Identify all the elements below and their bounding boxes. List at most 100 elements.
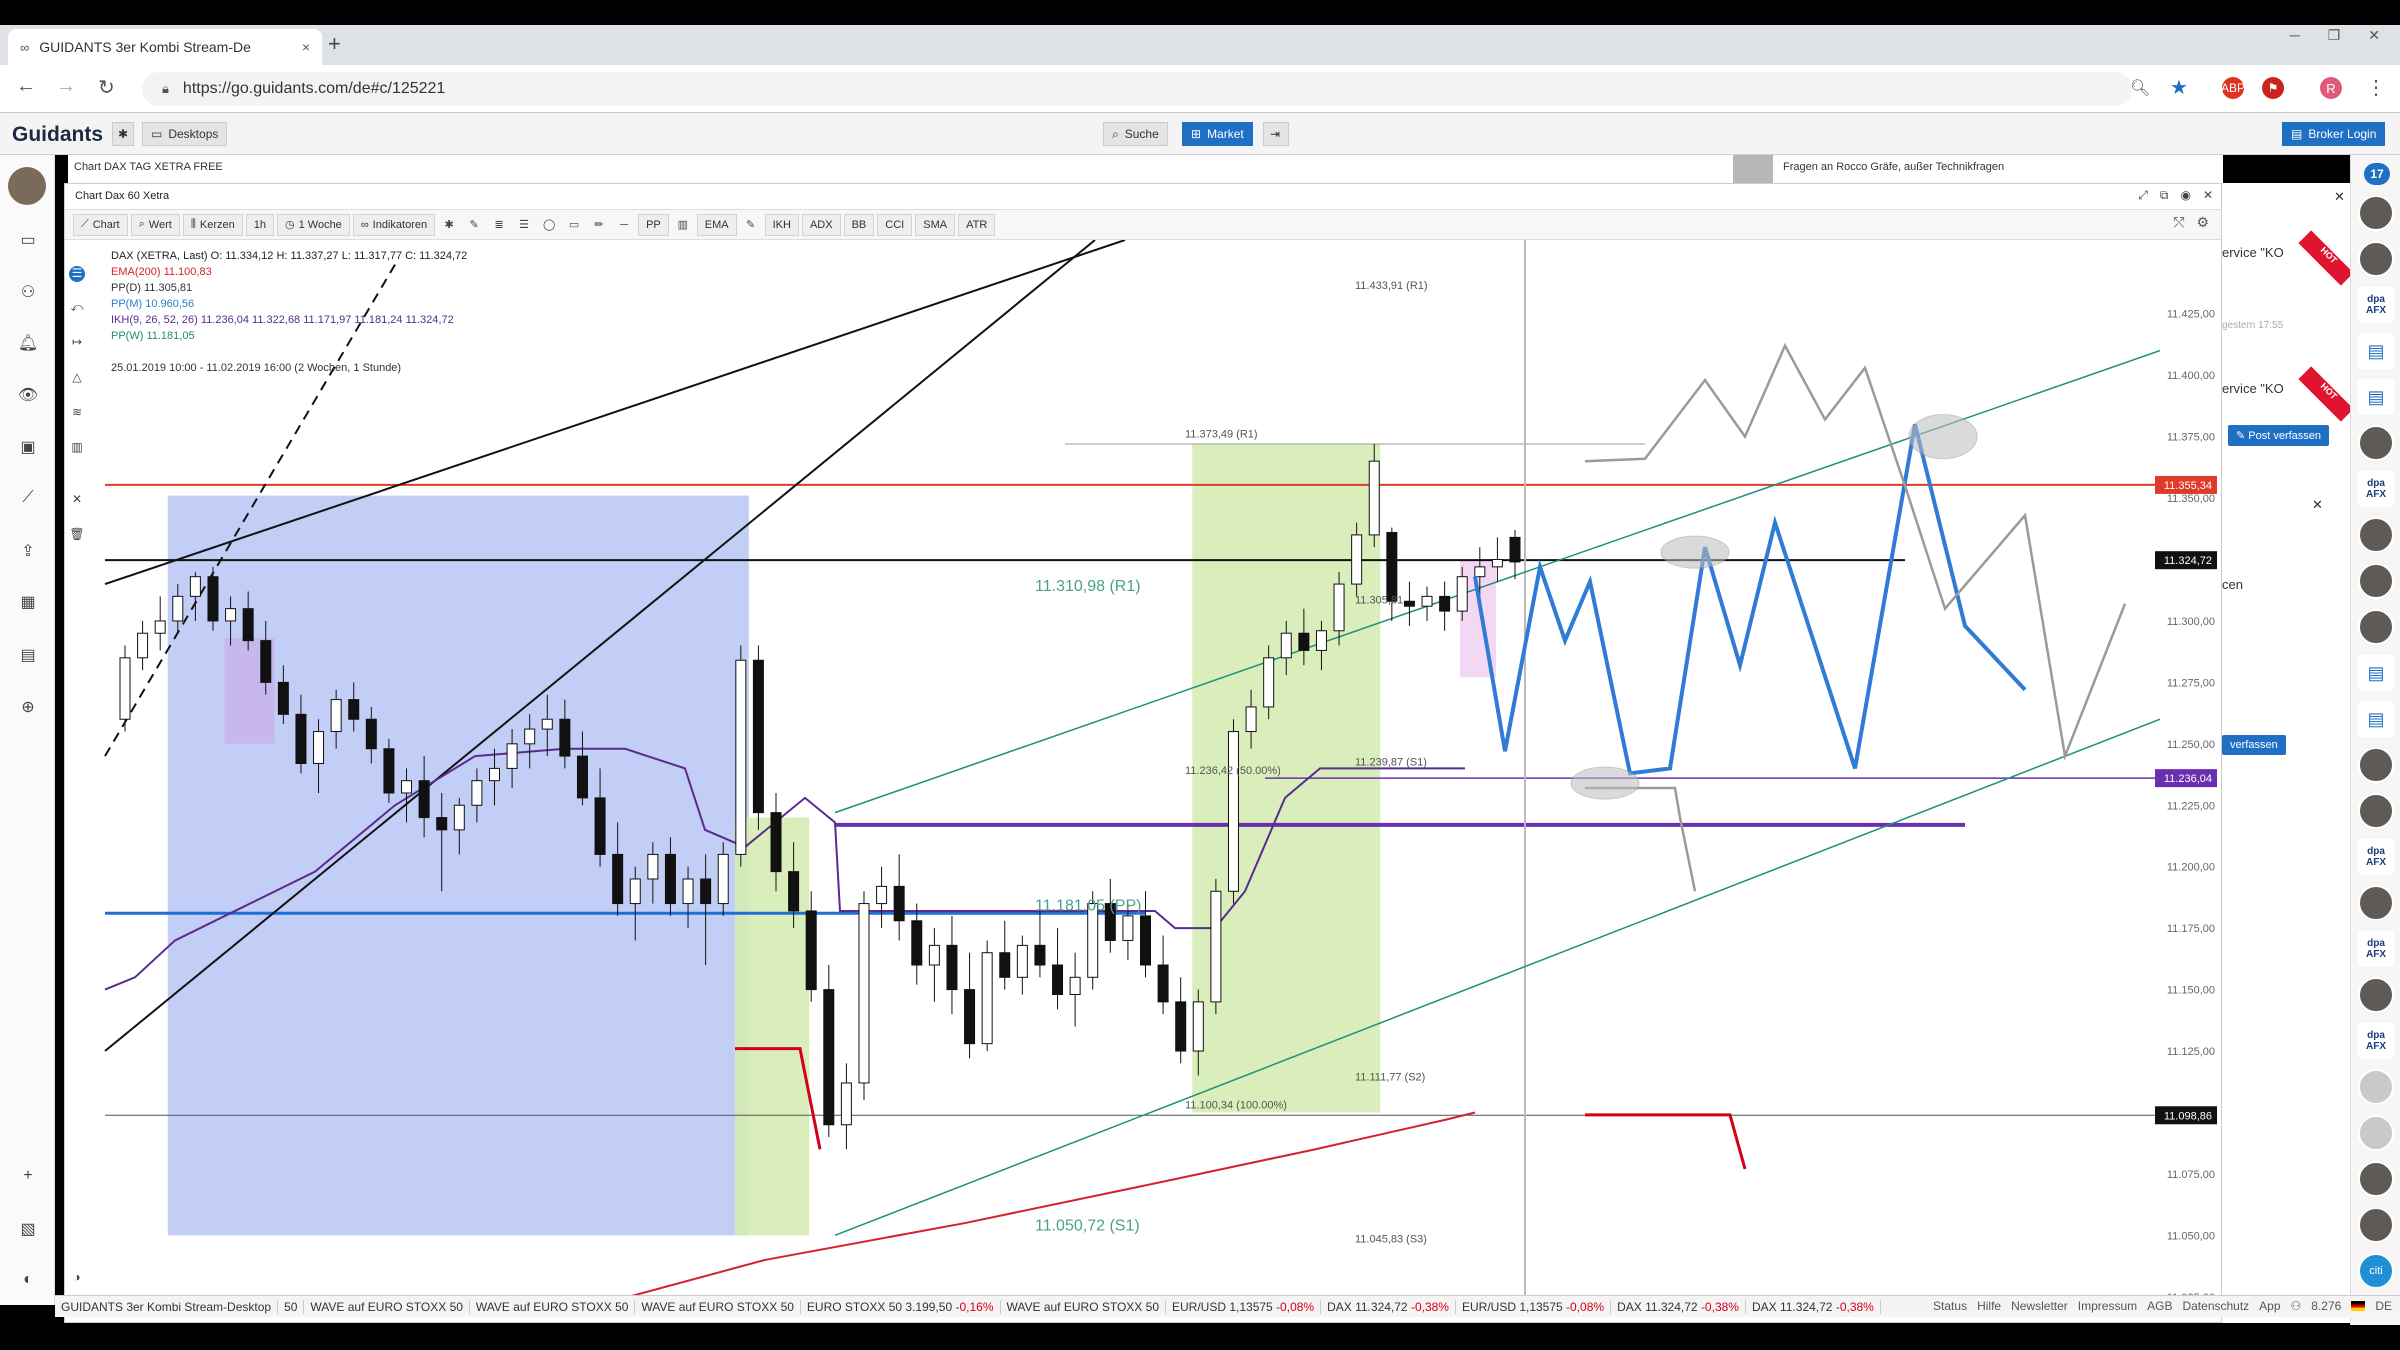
ticker-item[interactable]: EUR/USD 1,13575 -0,08% [1166, 1299, 1322, 1314]
notification-badge[interactable]: 17 [2364, 163, 2390, 185]
pin-tool-icon[interactable]: ✱ [438, 214, 460, 236]
workspace-name[interactable]: GUIDANTS 3er Kombi Stream-Desktop [55, 1299, 279, 1314]
language-label[interactable]: DE [2375, 1299, 2392, 1313]
add-nav-icon[interactable]: + [17, 1167, 39, 1189]
bookmark-star-icon[interactable]: ★ [2170, 75, 2188, 100]
footer-link-status[interactable]: Status [1933, 1299, 1967, 1313]
avatar[interactable] [2358, 1207, 2394, 1243]
indicator-ema[interactable]: EMA [696, 213, 737, 236]
menu-kebab-icon[interactable]: ⋮ [2366, 75, 2386, 100]
record-icon[interactable]: ◉ [2180, 188, 2190, 203]
pencil-tool-icon[interactable]: ✏ [588, 214, 610, 236]
avatar[interactable] [2358, 793, 2394, 829]
avatar[interactable] [2358, 1115, 2394, 1151]
monitor-nav-icon[interactable]: ▭ [17, 230, 39, 252]
cursor-tool-icon[interactable]: ⤺ [69, 300, 85, 316]
avatar[interactable] [2358, 1069, 2394, 1105]
minimize-icon[interactable]: ─ [2290, 27, 2300, 44]
table-nav-icon[interactable]: ▦ [17, 592, 39, 614]
indicator-adx[interactable]: ADX [801, 213, 841, 236]
avatar[interactable] [2358, 885, 2394, 921]
rect-tool-icon[interactable]: ▭ [563, 214, 585, 236]
pin-button[interactable]: ✱ [112, 122, 134, 146]
post-verfassen-button-2[interactable]: verfassen [2222, 735, 2286, 755]
exit-button[interactable]: ⇥ [1263, 122, 1289, 146]
zoom-icon[interactable]: 🔍︎ [2130, 78, 2150, 98]
dpa-afx-logo[interactable]: dpa AFX [2358, 1023, 2394, 1059]
profile-avatar[interactable]: R [2320, 77, 2342, 99]
broker-login-button[interactable]: ▤ Broker Login [2282, 122, 2386, 146]
bell-nav-icon[interactable]: 🔔︎ [17, 333, 39, 355]
url-field[interactable]: 🔒︎ https://go.guidants.com/de#c/125221 [142, 72, 2132, 106]
settings-gear-icon[interactable]: ⚙ [2196, 214, 2209, 231]
footer-link-agb[interactable]: AGB [2147, 1299, 2172, 1313]
forward-icon[interactable]: → [56, 75, 76, 98]
crosshair-icon[interactable]: ⤲ [2173, 214, 2184, 231]
ticker-item[interactable]: WAVE auf EURO STOXX 50 [635, 1299, 801, 1314]
avatar[interactable] [2358, 563, 2394, 599]
browser-tab[interactable]: ∞ GUIDANTS 3er Kombi Stream-De × [8, 29, 322, 65]
cross-tool-icon[interactable]: ✕ [69, 492, 85, 508]
trash-tool-icon[interactable]: 🗑︎ [69, 527, 85, 543]
avatar[interactable] [2358, 977, 2394, 1013]
ticker-item[interactable]: WAVE auf EURO STOXX 50 [1001, 1299, 1166, 1314]
indicator-bb[interactable]: BB [843, 213, 875, 236]
news-nav-icon[interactable]: ▤ [17, 645, 39, 667]
hline-tool-icon[interactable]: ─ [613, 214, 635, 236]
adblock-icon[interactable]: ABP [2221, 77, 2245, 99]
indicator-pp[interactable]: PP [638, 213, 669, 236]
restore-icon[interactable]: ❐ [2328, 27, 2341, 44]
layers-tool-icon[interactable]: ≋ [69, 405, 85, 421]
ticker-item[interactable]: 50 [278, 1299, 305, 1314]
ellipse-tool-icon[interactable]: ◯ [538, 214, 560, 236]
avatar[interactable] [2358, 747, 2394, 783]
ticker-item[interactable]: EURO STOXX 50 3.199,50 -0,16% [801, 1299, 1001, 1314]
document-icon[interactable]: ▤ [2358, 655, 2394, 691]
splitter[interactable] [1733, 155, 1773, 183]
price-chart[interactable]: 11.433,91 (R1) 11.373,49 (R1) 11.310,98 (R… [65, 240, 2221, 1324]
new-tab-button[interactable]: + [328, 31, 341, 57]
users-nav-icon[interactable]: ⚇ [17, 282, 39, 304]
desktops-button[interactable]: ▭ Desktops [142, 122, 228, 146]
indikatoren-button[interactable]: ∞ Indikatoren [352, 213, 436, 236]
reload-icon[interactable]: ↻ [98, 75, 115, 100]
globe-nav-icon[interactable]: ⊕ [17, 697, 39, 719]
wallet-nav-icon[interactable]: ▣ [17, 437, 39, 459]
chart-nav-icon[interactable]: ⟋ [17, 489, 39, 511]
ticker-item[interactable]: DAX 11.324,72 -0,38% [1746, 1299, 1881, 1314]
close-panel-icon[interactable]: ✕ [2334, 189, 2345, 205]
eye-nav-icon[interactable]: 👁︎ [17, 385, 39, 407]
triangle-tool-icon[interactable]: △ [69, 370, 85, 386]
post-verfassen-button[interactable]: ✎ Post verfassen [2228, 425, 2330, 446]
hide-tool-icon[interactable]: ◑ [69, 1270, 85, 1286]
indicator-cci[interactable]: CCI [877, 213, 913, 236]
avatar[interactable] [2358, 609, 2394, 645]
chart-menu-icon[interactable]: ☰ [69, 266, 85, 282]
indicator-ikh[interactable]: IKH [764, 213, 799, 236]
document-icon[interactable]: ▤ [2358, 701, 2394, 737]
citi-logo[interactable]: citi [2358, 1253, 2394, 1289]
footer-link-impressum[interactable]: Impressum [2078, 1299, 2137, 1313]
dpa-afx-logo[interactable]: dpa AFX [2358, 839, 2394, 875]
avatar[interactable] [2358, 1161, 2394, 1197]
range-button[interactable]: ◷ 1 Woche [276, 213, 350, 236]
tab-close-icon[interactable]: × [302, 39, 310, 55]
contrast-nav-icon[interactable]: ◐ [17, 1271, 39, 1293]
footer-link-app[interactable]: App [2259, 1299, 2280, 1313]
dpa-afx-logo[interactable]: dpa AFX [2358, 287, 2394, 323]
bar-tool-icon[interactable]: ▥ [672, 214, 694, 236]
upload-nav-icon[interactable]: ⇪ [17, 541, 39, 563]
clipboard-nav-icon[interactable]: ▧ [17, 1219, 39, 1241]
document-icon[interactable]: ▤ [2358, 333, 2394, 369]
ticker-item[interactable]: DAX 11.324,72 -0,38% [1321, 1299, 1456, 1314]
ruler-tool-icon[interactable]: ▥ [69, 440, 85, 456]
avatar[interactable] [2358, 425, 2394, 461]
wert-button[interactable]: ⌕ Wert [130, 213, 180, 236]
avatar[interactable] [2358, 241, 2394, 277]
expand-icon[interactable]: ⤢ [2138, 188, 2148, 203]
document-icon[interactable]: ▤ [2358, 379, 2394, 415]
indicator-atr[interactable]: ATR [958, 213, 996, 236]
footer-link-datenschutz[interactable]: Datenschutz [2182, 1299, 2249, 1313]
dpa-afx-logo[interactable]: dpa AFX [2358, 931, 2394, 967]
close-popup-icon[interactable]: ✕ [2312, 497, 2323, 513]
